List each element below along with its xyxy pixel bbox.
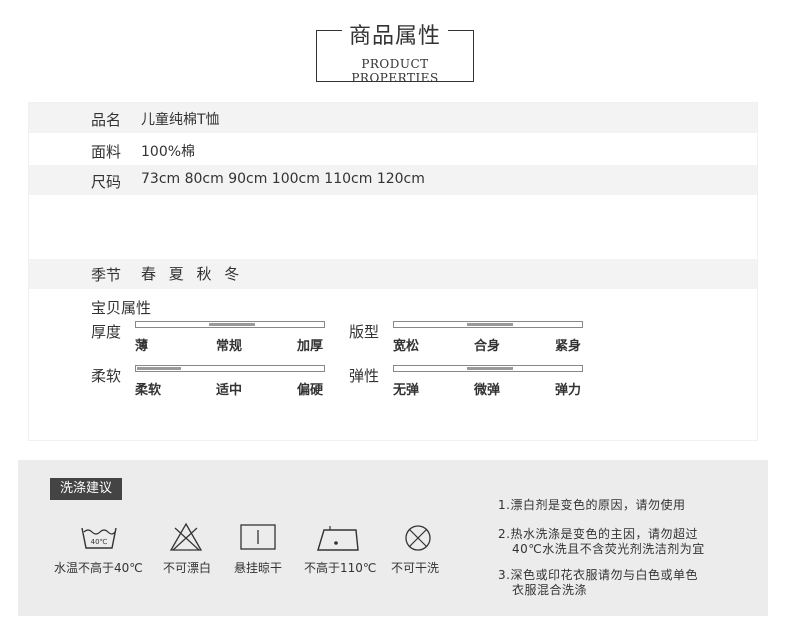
care-note-line: 1.漂白剂是变色的原因，请勿使用: [498, 498, 686, 512]
row-value: 儿童纯棉T恤: [141, 112, 220, 128]
row-key: 季节: [91, 266, 122, 284]
fit-tick: 合身: [474, 339, 501, 354]
slider-label-fit: 版型: [349, 323, 380, 341]
care-note-line: 3.深色或印花衣服请勿与白色或单色: [498, 568, 698, 582]
thickness-track: [135, 321, 325, 328]
icon-caption: 不可干洗: [391, 561, 440, 575]
thickness-tick: 常规: [216, 339, 243, 354]
table-row: 尺码 73cm 80cm 90cm 100cm 110cm 120cm: [29, 165, 757, 195]
thickness-tick: 薄: [135, 339, 149, 354]
attributes-title: 宝贝属性: [91, 299, 152, 317]
fit-tick: 宽松: [393, 339, 420, 354]
care-note-line: 40℃水洗且不含荧光剂洗洁剂为宜: [512, 542, 705, 556]
care-note: 3.深色或印花衣服请勿与白色或单色 衣服混合洗涤: [498, 568, 698, 598]
care-note: 2.热水洗涤是变色的主因，请勿超过 40℃水洗且不含荧光剂洗洁剂为宜: [498, 527, 705, 557]
hang-dry-icon: [240, 524, 276, 550]
icon-caption: 水温不高于40℃: [54, 561, 143, 575]
row-value: 春 夏 秋 冬: [141, 265, 244, 283]
softness-tick: 适中: [216, 383, 243, 398]
elasticity-tick: 无弹: [393, 383, 420, 398]
slider-label-thickness: 厚度: [91, 323, 122, 341]
table-row: 面料 100%棉: [29, 133, 757, 165]
wash-temp-label: 40℃: [91, 538, 108, 546]
slider-label-softness: 柔软: [91, 367, 122, 385]
care-tag: 洗涤建议: [50, 478, 123, 500]
row-value: 100%棉: [141, 144, 196, 160]
care-section: 洗涤建议 40℃ 水温不高于40℃ 不可漂白 悬挂晾干 不高于110℃ 不可干洗…: [18, 460, 768, 616]
no-bleach-icon: [169, 522, 203, 551]
table-row: 品名 儿童纯棉T恤: [29, 103, 757, 133]
icon-caption: 不高于110℃: [304, 561, 377, 575]
softness-track: [135, 365, 325, 372]
row-key: 尺码: [91, 173, 122, 191]
softness-fill: [137, 367, 181, 370]
row-value: 73cm 80cm 90cm 100cm 110cm 120cm: [141, 171, 425, 187]
wash-40-icon: 40℃: [81, 527, 117, 549]
care-note: 1.漂白剂是变色的原因，请勿使用: [498, 498, 685, 513]
elasticity-track: [393, 365, 583, 372]
thickness-fill: [209, 323, 255, 326]
row-key: 面料: [91, 143, 122, 161]
header-title-en: PRODUCT PROPERTIES: [351, 57, 439, 85]
elasticity-tick: 弹力: [555, 383, 582, 398]
section-header: 商品属性 PRODUCT PROPERTIES: [316, 16, 474, 85]
elasticity-fill: [467, 367, 513, 370]
fit-track: [393, 321, 583, 328]
slider-label-elasticity: 弹性: [349, 367, 380, 385]
care-note-line: 衣服混合洗涤: [512, 583, 588, 597]
softness-tick: 偏硬: [297, 383, 324, 398]
fit-tick: 紧身: [555, 339, 582, 354]
icon-caption: 悬挂晾干: [234, 561, 283, 575]
care-note-line: 2.热水洗涤是变色的主因，请勿超过: [498, 527, 698, 541]
table-row: 季节 春 夏 秋 冬: [29, 259, 757, 289]
iron-110-icon: [317, 526, 359, 551]
no-dry-clean-icon: [405, 525, 431, 551]
softness-tick: 柔软: [135, 383, 162, 398]
thickness-tick: 加厚: [297, 339, 324, 354]
elasticity-tick: 微弹: [474, 383, 501, 398]
row-key: 品名: [91, 111, 122, 129]
fit-fill: [467, 323, 513, 326]
header-title-cn: 商品属性: [348, 24, 441, 49]
properties-table: 品名 儿童纯棉T恤 面料 100%棉 尺码 73cm 80cm 90cm 100…: [28, 102, 758, 441]
icon-caption: 不可漂白: [163, 561, 212, 575]
